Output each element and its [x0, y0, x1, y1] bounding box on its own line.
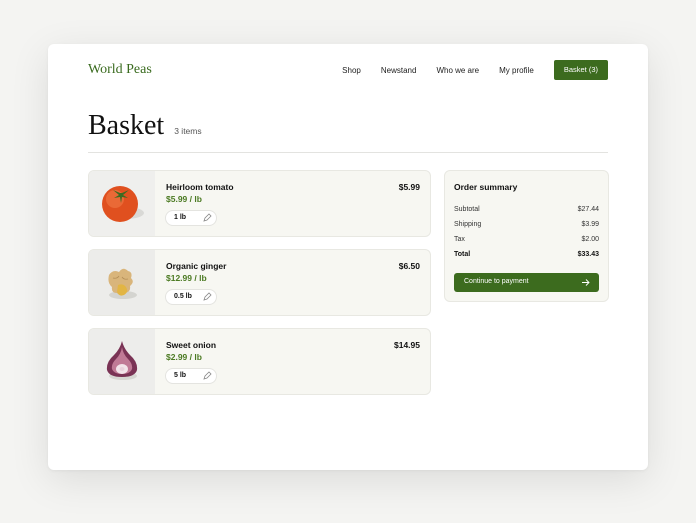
quantity-field[interactable]: 5 lb: [165, 368, 217, 384]
app-window: World Peas Shop Newstand Who we are My p…: [48, 44, 648, 470]
quantity-field[interactable]: 1 lb: [165, 210, 217, 226]
onion-image: [89, 329, 155, 394]
pencil-icon[interactable]: [202, 213, 212, 223]
quantity-field[interactable]: 0.5 lb: [165, 289, 217, 305]
nav-links: Shop Newstand Who we are My profile Bask…: [322, 60, 608, 80]
quantity-value: 1 lb: [174, 214, 187, 221]
top-nav: World Peas Shop Newstand Who we are My p…: [88, 58, 608, 82]
ginger-image: [89, 250, 155, 315]
logo[interactable]: World Peas: [88, 62, 152, 78]
summary-label: Tax: [454, 236, 465, 243]
basket-item-onion: Sweet onion $2.99 / lb $14.95 5 lb: [88, 328, 431, 395]
button-label: Continue to payment: [464, 278, 529, 285]
quantity-value: 0.5 lb: [174, 293, 192, 300]
summary-value: $33.43: [577, 251, 599, 258]
summary-label: Total: [454, 251, 471, 258]
item-unit-price: $5.99 / lb: [166, 194, 202, 204]
pencil-icon[interactable]: [202, 371, 212, 381]
summary-row-shipping: Shipping $3.99: [454, 221, 599, 228]
quantity-value: 5 lb: [174, 372, 187, 379]
tomato-image: [89, 171, 155, 236]
basket-item-ginger: Organic ginger $12.99 / lb $6.50 0.5 lb: [88, 249, 431, 316]
page-title: Basket: [88, 110, 165, 141]
order-summary: Order summary Subtotal $27.44 Shipping $…: [444, 170, 609, 302]
summary-value: $27.44: [577, 206, 599, 213]
item-price: $6.50: [398, 261, 420, 271]
item-name: Sweet onion: [166, 340, 217, 350]
item-unit-price: $12.99 / lb: [166, 273, 207, 283]
basket-button[interactable]: Basket (3): [553, 60, 608, 80]
item-count: 3 items: [174, 126, 202, 136]
nav-link-newstand[interactable]: Newstand: [381, 66, 417, 75]
summary-row-total: Total $33.43: [454, 251, 599, 258]
item-name: Organic ginger: [166, 261, 227, 271]
summary-value: $3.99: [581, 221, 599, 228]
pencil-icon[interactable]: [202, 292, 212, 302]
basket-item-tomato: Heirloom tomato $5.99 / lb $5.99 1 lb: [88, 170, 431, 237]
item-unit-price: $2.99 / lb: [166, 352, 202, 362]
arrow-right-icon: [582, 279, 590, 286]
summary-row-tax: Tax $2.00: [454, 236, 599, 243]
item-price: $5.99: [398, 182, 420, 192]
divider: [88, 152, 608, 153]
nav-link-my-profile[interactable]: My profile: [499, 66, 534, 75]
summary-value: $2.00: [581, 236, 599, 243]
summary-label: Subtotal: [454, 206, 480, 213]
nav-link-shop[interactable]: Shop: [342, 66, 361, 75]
summary-row-subtotal: Subtotal $27.44: [454, 206, 599, 213]
nav-link-who-we-are[interactable]: Who we are: [436, 66, 479, 75]
continue-to-payment-button[interactable]: Continue to payment: [454, 273, 599, 292]
item-name: Heirloom tomato: [166, 182, 234, 192]
item-price: $14.95: [394, 340, 420, 350]
summary-label: Shipping: [454, 221, 482, 228]
page-heading: Basket 3 items: [88, 110, 202, 142]
summary-title: Order summary: [454, 182, 518, 192]
